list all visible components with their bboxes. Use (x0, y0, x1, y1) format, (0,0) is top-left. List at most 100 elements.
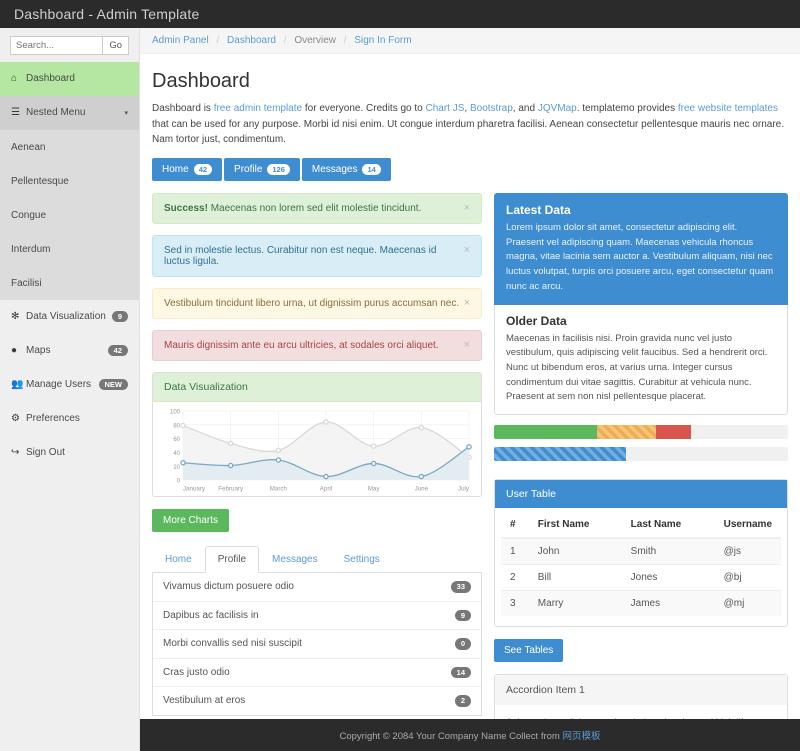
alert-strong: Success! (164, 203, 208, 214)
cell-index: 1 (501, 537, 529, 565)
page-body: Dashboard Dashboard is free admin templa… (140, 54, 800, 719)
cell-last-name: James (621, 590, 715, 617)
link-chart-js[interactable]: Chart JS (426, 103, 465, 114)
alert-danger: Mauris dignissim ante eu arcu ultricies,… (152, 330, 482, 361)
sidebar-item-label: Dashboard (26, 73, 75, 84)
sidebar-item-preferences[interactable]: ⚙ Preferences (0, 402, 139, 436)
table-header-row: # First Name Last Name Username (501, 512, 781, 540)
link-free-website-templates[interactable]: free website templates (678, 103, 778, 114)
close-icon[interactable]: × (464, 203, 470, 214)
close-icon[interactable]: × (464, 298, 470, 309)
column-header-username: Username (714, 512, 781, 540)
close-icon[interactable]: × (464, 245, 470, 256)
search-input[interactable] (10, 36, 103, 55)
cell-username: @mj (714, 590, 781, 617)
latest-data-text: Lorem ipsum dolor sit amet, consectetur … (506, 222, 774, 292)
list-item[interactable]: Vivamus dictum posuere odio 33 (153, 573, 481, 602)
map-pin-icon: ● (11, 345, 18, 356)
sidebar-item-nested-menu[interactable]: ☰ Nested Menu ▾ (0, 96, 139, 130)
tab-profile[interactable]: Profile (204, 546, 260, 573)
sidebar-item-label: Sign Out (26, 447, 65, 458)
lead-text-1: Dashboard is (152, 103, 214, 114)
more-charts-button[interactable]: More Charts (152, 509, 230, 532)
breadcrumb: Admin Panel / Dashboard / Overview / Sig… (140, 28, 800, 54)
tab-settings[interactable]: Settings (331, 546, 393, 573)
list-item[interactable]: Cras justo odio 14 (153, 659, 481, 687)
alert-success: Success! Maecenas non lorem sed elit mol… (152, 193, 482, 224)
messages-button-badge: 14 (362, 163, 381, 175)
page-description: Dashboard is free admin template for eve… (152, 101, 788, 148)
tab-bar: Home Profile Messages Settings (152, 546, 482, 573)
sidebar-subitem-facilisi[interactable]: Facilisi (0, 266, 139, 300)
chart-icon: ✻ (11, 311, 20, 322)
cell-username: @js (714, 537, 781, 565)
progress-segment-green (494, 425, 597, 440)
profile-button[interactable]: Profile 126 (224, 157, 300, 181)
footer-link[interactable]: 网页模板 (562, 731, 600, 742)
profile-button-label: Profile (234, 163, 263, 175)
home-icon: ⌂ (11, 73, 18, 84)
users-icon: 👥 (11, 379, 24, 390)
list-item-label: Vestibulum at eros (163, 695, 246, 707)
accordion-body: Anim pariatur cliche reprehenderit, enim… (495, 705, 787, 719)
latest-data-title: Latest Data (506, 203, 571, 217)
svg-text:60: 60 (173, 437, 180, 443)
tab-home[interactable]: Home (152, 546, 205, 573)
svg-text:February: February (218, 486, 244, 493)
breadcrumb-item-admin-panel[interactable]: Admin Panel (152, 35, 209, 46)
tab-messages[interactable]: Messages (259, 546, 331, 573)
app-shell: Go ⌂ Dashboard ☰ Nested Menu ▾ Aenean Pe… (0, 28, 800, 751)
sidebar-badge-new: NEW (98, 378, 128, 391)
breadcrumb-separator: / (343, 35, 347, 46)
sidebar-item-label: Manage Users (26, 379, 92, 390)
column-header-first-name: First Name (528, 512, 622, 540)
home-button[interactable]: Home 42 (152, 157, 223, 181)
close-icon[interactable]: × (464, 340, 470, 351)
sidebar-item-dashboard[interactable]: ⌂ Dashboard (0, 62, 139, 96)
left-column: Success! Maecenas non lorem sed elit mol… (152, 193, 482, 719)
alert-warning: Vestibulum tincidunt libero urna, ut dig… (152, 288, 482, 319)
table-row[interactable]: 2 Bill Jones @bj (501, 564, 781, 591)
breadcrumb-item-sign-in-form[interactable]: Sign In Form (354, 35, 411, 46)
list-item[interactable]: Morbi convallis sed nisi suscipit 0 (153, 630, 481, 659)
svg-text:0: 0 (177, 479, 181, 485)
breadcrumb-item-overview: Overview (294, 35, 336, 46)
sidebar-item-maps[interactable]: ● Maps 42 (0, 334, 139, 368)
svg-text:March: March (270, 486, 288, 493)
lead-text-4: , and (512, 103, 538, 114)
list-group: Vivamus dictum posuere odio 33 Dapibus a… (152, 573, 482, 716)
svg-text:May: May (368, 486, 381, 493)
table-row[interactable]: 1 John Smith @js (501, 537, 781, 565)
link-jqvmap[interactable]: JQVMap (538, 103, 577, 114)
see-tables-button[interactable]: See Tables (494, 639, 564, 663)
sidebar-subitem-interdum[interactable]: Interdum (0, 232, 139, 266)
sidebar-item-sign-out[interactable]: ↪ Sign Out (0, 436, 139, 470)
older-data-text: Maecenas in facilisis nisi. Proin gravid… (506, 332, 768, 403)
alert-text: Sed in molestie lectus. Curabitur non es… (164, 245, 437, 267)
sidebar-item-manage-users[interactable]: 👥 Manage Users NEW (0, 368, 139, 402)
list-item[interactable]: Vestibulum at eros 2 (153, 687, 481, 715)
cell-last-name: Smith (621, 537, 715, 565)
breadcrumb-item-dashboard[interactable]: Dashboard (227, 35, 276, 46)
search-go-button[interactable]: Go (102, 36, 129, 55)
list-item-label: Vivamus dictum posuere odio (163, 581, 294, 593)
accordion-header[interactable]: Accordion Item 1 (495, 675, 787, 706)
list-item[interactable]: Dapibus ac facilisis in 9 (153, 602, 481, 630)
sidebar-item-label: Data Visualization (26, 311, 106, 322)
messages-button[interactable]: Messages 14 (301, 157, 391, 181)
sidebar-item-data-visualization[interactable]: ✻ Data Visualization 9 (0, 300, 139, 334)
progress-bar-single (494, 447, 788, 462)
table-row[interactable]: 3 Marry James @mj (501, 590, 781, 617)
accordion: Accordion Item 1 Anim pariatur cliche re… (494, 674, 788, 719)
link-free-admin-template[interactable]: free admin template (214, 103, 302, 114)
svg-text:April: April (320, 486, 332, 493)
svg-text:January: January (183, 486, 206, 493)
list-item-badge: 2 (454, 695, 471, 707)
sidebar-subitem-pellentesque[interactable]: Pellentesque (0, 164, 139, 198)
chevron-down-icon: ▾ (124, 109, 128, 117)
sidebar-subitem-aenean[interactable]: Aenean (0, 130, 139, 164)
breadcrumb-separator: / (283, 35, 287, 46)
link-bootstrap[interactable]: Bootstrap (470, 103, 513, 114)
sidebar-subitem-congue[interactable]: Congue (0, 198, 139, 232)
svg-text:July: July (458, 486, 470, 493)
